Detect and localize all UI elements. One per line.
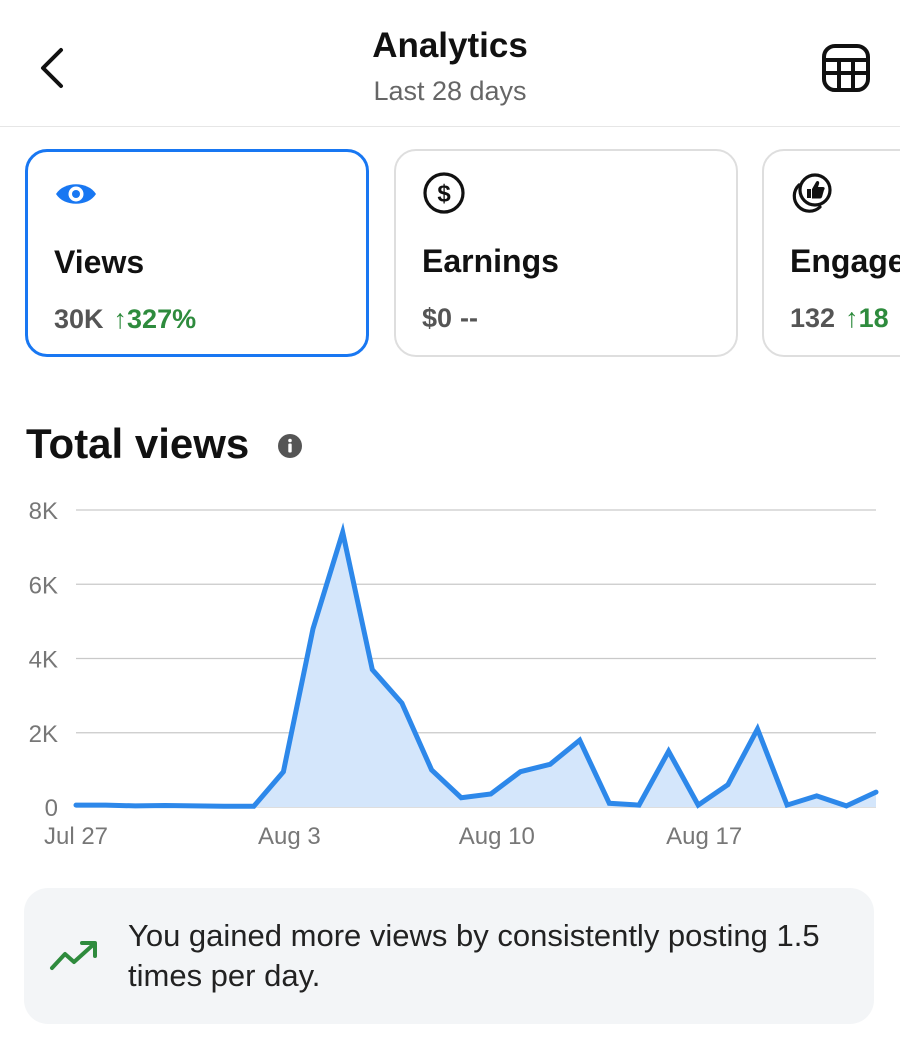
y-tick-label: 0 bbox=[45, 795, 58, 822]
metric-cards: Views 30K ↑327% $ Earnings $0-- Engage bbox=[0, 146, 900, 366]
trending-up-icon bbox=[50, 941, 97, 970]
insight-banner: You gained more views by consistently po… bbox=[24, 888, 874, 1024]
engagement-thumbs-up-icon bbox=[790, 171, 834, 215]
area-fill bbox=[76, 532, 876, 807]
card-number: 132 bbox=[790, 303, 836, 333]
table-view-button[interactable] bbox=[816, 40, 876, 96]
page-subtitle: Last 28 days bbox=[373, 76, 527, 106]
card-change: -- bbox=[460, 303, 479, 333]
x-tick-label: Aug 10 bbox=[459, 823, 535, 850]
y-tick-label: 2K bbox=[29, 721, 58, 748]
y-tick-label: 4K bbox=[29, 647, 58, 674]
svg-text:$: $ bbox=[437, 181, 451, 208]
eye-icon bbox=[54, 172, 98, 216]
y-tick-label: 6K bbox=[29, 572, 58, 599]
views-chart: 0 2K 4K 6K 8K Jul 27 Aug 3 Aug 10 Aug 17 bbox=[29, 498, 879, 850]
x-tick-label: Aug 3 bbox=[258, 823, 321, 850]
card-engagement[interactable]: Engage 132 ↑18 bbox=[762, 149, 900, 357]
card-number: $0 bbox=[422, 303, 453, 333]
page-title: Analytics bbox=[372, 26, 528, 65]
card-value: $0 -- bbox=[422, 303, 478, 334]
card-label: Engage bbox=[790, 243, 900, 279]
card-label: Views bbox=[54, 244, 145, 280]
dollar-circle-icon: $ bbox=[422, 171, 466, 215]
info-icon[interactable] bbox=[277, 433, 303, 459]
card-earnings[interactable]: $ Earnings $0 -- bbox=[394, 149, 738, 357]
card-views[interactable]: Views 30K ↑327% bbox=[25, 149, 369, 357]
section-title: Total views bbox=[26, 420, 250, 467]
x-tick-label: Aug 17 bbox=[666, 823, 742, 850]
y-tick-label: 8K bbox=[29, 498, 58, 525]
card-change: ↑18 bbox=[845, 303, 889, 333]
card-number: 30K bbox=[54, 304, 104, 334]
x-tick-label: Jul 27 bbox=[44, 823, 108, 850]
header: Analytics Last 28 days bbox=[0, 0, 900, 127]
insight-text: You gained more views by consistently po… bbox=[128, 918, 820, 993]
card-value: 30K ↑327% bbox=[54, 304, 196, 335]
card-label: Earnings bbox=[422, 243, 559, 279]
card-change: ↑327% bbox=[113, 304, 197, 334]
table-icon bbox=[822, 44, 870, 92]
card-value: 132 ↑18 bbox=[790, 303, 889, 334]
